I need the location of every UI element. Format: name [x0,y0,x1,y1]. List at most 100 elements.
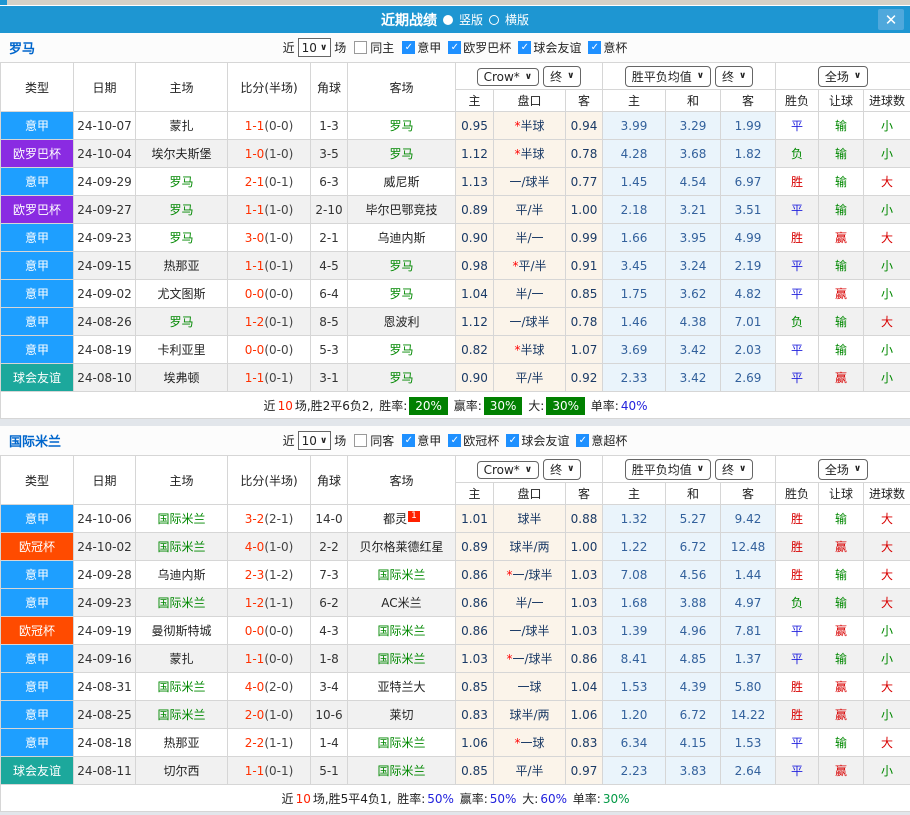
result: 平 [776,112,819,140]
chevron-down-icon: ∨ [320,43,327,53]
scope-select[interactable]: 全场 ∨ [818,66,868,87]
odds-provider-select[interactable]: Crow*∨ [477,68,540,86]
star-marker: * [514,147,520,161]
col-away: 客场 [348,63,456,112]
horizontal-layout-radio[interactable] [489,15,499,25]
filter-bar: 近 10∨ 场 同客 ✓意甲✓欧冠杯✓球会友谊✓意超杯 [283,431,628,450]
avg-final-select[interactable]: 终∨ [715,66,753,87]
same-venue-checkbox[interactable] [354,434,367,447]
handicap-group-header: Crow*∨终∨ [456,456,603,483]
col-score: 比分(半场) [228,456,311,505]
avg-odds-select[interactable]: 胜平负均值∨ [625,459,711,480]
league-filter-checkbox[interactable]: ✓ [506,434,519,447]
handicap-result: 输 [819,308,864,336]
league-filter-checkbox[interactable]: ✓ [448,41,461,54]
odds-final-select[interactable]: 终∨ [543,66,581,87]
scope-group-header: 全场 ∨ [776,63,910,90]
full-time-score: 1-2 [245,596,265,610]
handicap-home-odds: 0.86 [456,589,494,617]
handicap-home-odds: 0.89 [456,533,494,561]
match-row: 意甲 24-10-07 蒙扎 1-1(0-0) 1-3 罗马 0.95 *半球 … [1,112,910,140]
away-team: 罗马 [348,336,456,364]
match-row: 意甲 24-09-16 蒙扎 1-1(0-0) 1-8 国际米兰 1.03 *一… [1,645,910,673]
corners: 3-4 [311,673,348,701]
league-filter-checkbox[interactable]: ✓ [402,41,415,54]
same-venue-checkbox[interactable] [354,41,367,54]
home-team: 国际米兰 [136,505,228,533]
goals-result: 大 [864,224,910,252]
handicap-result: 输 [819,168,864,196]
avg-final-select[interactable]: 终∨ [715,459,753,480]
avg-odds-select[interactable]: 胜平负均值∨ [625,66,711,87]
away-team: 罗马 [348,280,456,308]
handicap-home-odds: 0.83 [456,701,494,729]
handicap-away-odds: 1.03 [566,561,603,589]
close-icon[interactable]: ✕ [878,9,904,30]
handicap-away-odds: 1.07 [566,336,603,364]
vertical-layout-label[interactable]: 竖版 [459,11,483,28]
away-team: 都灵1 [348,505,456,533]
league-filter-checkbox[interactable]: ✓ [518,41,531,54]
match-date: 24-08-31 [74,673,136,701]
scope-value: 全场 [825,68,849,85]
match-row: 意甲 24-09-28 乌迪内斯 2-3(1-2) 7-3 国际米兰 0.86 … [1,561,910,589]
chevron-down-icon: ∨ [854,71,861,81]
score-cell: 1-1(0-1) [228,364,311,392]
score-cell: 1-1(0-0) [228,112,311,140]
half-time-score: (1-0) [264,708,293,722]
corners: 14-0 [311,505,348,533]
same-venue-label: 同客 [370,432,394,449]
avg-home-odds: 3.99 [603,112,666,140]
handicap-away-odds: 0.99 [566,224,603,252]
league-filter-checkbox[interactable]: ✓ [402,434,415,447]
goals-result: 小 [864,336,910,364]
away-team: 罗马 [348,252,456,280]
away-team: 罗马 [348,140,456,168]
result: 平 [776,757,819,785]
horizontal-layout-label[interactable]: 横版 [505,11,529,28]
summary-item: 30% [484,397,523,415]
handicap-line: 半/一 [494,224,566,252]
odds-final-select[interactable]: 终∨ [543,459,581,480]
away-team: 威尼斯 [348,168,456,196]
away-team: 亚特兰大 [348,673,456,701]
match-date: 24-08-25 [74,701,136,729]
match-row: 意甲 24-09-23 罗马 3-0(1-0) 2-1 乌迪内斯 0.90 半/… [1,224,910,252]
col-corner: 角球 [311,456,348,505]
col-crow-home: 主 [456,90,494,112]
handicap-result: 输 [819,505,864,533]
handicap-away-odds: 1.06 [566,701,603,729]
col-score: 比分(半场) [228,63,311,112]
handicap-line: 球半 [494,505,566,533]
result: 胜 [776,168,819,196]
handicap-group-header: Crow*∨终∨ [456,63,603,90]
avg-away-odds: 2.19 [721,252,776,280]
league-type-badge: 欧冠杯 [1,533,74,561]
summary-item: 赢率: [456,792,488,806]
league-filter-checkbox[interactable]: ✓ [588,41,601,54]
avg-final-value: 终 [722,461,734,478]
result: 平 [776,252,819,280]
league-type-badge: 意甲 [1,589,74,617]
vertical-layout-radio[interactable] [443,15,453,25]
match-count-select[interactable]: 10∨ [298,38,332,57]
away-team: 国际米兰 [348,617,456,645]
league-filter-checkbox[interactable]: ✓ [448,434,461,447]
score-cell: 2-2(1-1) [228,729,311,757]
odds-provider-select[interactable]: Crow*∨ [477,461,540,479]
match-count-select[interactable]: 10∨ [298,431,332,450]
avg-draw-odds: 3.29 [666,112,721,140]
away-team: 罗马 [348,364,456,392]
match-date: 24-08-18 [74,729,136,757]
star-marker: * [514,736,520,750]
goals-result: 大 [864,308,910,336]
goals-result: 小 [864,140,910,168]
handicap-line: *平/半 [494,252,566,280]
handicap-result: 输 [819,561,864,589]
corners: 7-3 [311,561,348,589]
handicap-home-odds: 0.85 [456,673,494,701]
scope-select[interactable]: 全场∨ [818,459,868,480]
red-card-badge: 1 [408,511,420,522]
league-filter-checkbox[interactable]: ✓ [576,434,589,447]
full-time-score: 1-1 [245,764,265,778]
